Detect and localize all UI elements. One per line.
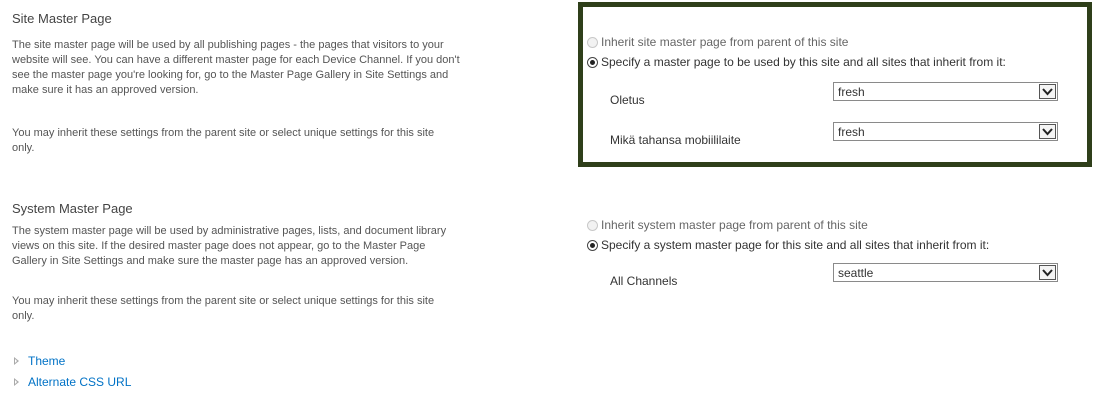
expand-triangle-icon: [14, 378, 19, 386]
desc-line: website will see. You can have a differe…: [12, 54, 460, 66]
mobile-master-select[interactable]: fresh: [833, 122, 1058, 141]
system-master-inherit-note: You may inherit these settings from the …: [12, 294, 542, 324]
site-inherit-option[interactable]: Inherit site master page from parent of …: [587, 35, 848, 49]
select-value: fresh: [838, 124, 865, 139]
select-value: seattle: [838, 265, 874, 280]
oletus-master-select[interactable]: fresh: [833, 82, 1058, 101]
desc-line: The system master page will be used by a…: [12, 225, 447, 237]
site-specify-option[interactable]: Specify a master page to be used by this…: [587, 55, 1006, 69]
site-inherit-radio[interactable]: [587, 36, 598, 48]
system-master-title: System Master Page: [12, 201, 133, 216]
theme-link-label: Theme: [28, 354, 66, 368]
site-inherit-label: Inherit site master page from parent of …: [601, 35, 849, 49]
theme-link[interactable]: Theme: [14, 354, 65, 368]
system-specify-label: Specify a system master page for this si…: [601, 238, 990, 252]
desc-line: The site master page will be used by all…: [12, 39, 444, 51]
desc-line: only.: [12, 142, 35, 154]
desc-line: Gallery in Site Settings and make sure t…: [12, 255, 409, 267]
site-specify-radio[interactable]: [587, 56, 598, 68]
site-master-description: The site master page will be used by all…: [12, 38, 542, 98]
channel-label-oletus: Oletus: [610, 93, 645, 107]
system-master-description: The system master page will be used by a…: [12, 224, 542, 269]
channel-label-all: All Channels: [610, 274, 678, 288]
desc-line: You may inherit these settings from the …: [12, 295, 435, 307]
desc-line: views on this site. If the desired maste…: [12, 240, 426, 252]
channel-label-mobile: Mikä tahansa mobiililaite: [610, 133, 741, 147]
system-inherit-option[interactable]: Inherit system master page from parent o…: [587, 218, 868, 232]
chevron-down-icon[interactable]: [1039, 124, 1056, 139]
chevron-down-icon[interactable]: [1039, 84, 1056, 99]
desc-line: make sure it has an approved version.: [12, 84, 199, 96]
expand-triangle-icon: [14, 357, 19, 365]
site-master-inherit-note: You may inherit these settings from the …: [12, 126, 542, 156]
desc-line: see the master page you're looking for, …: [12, 69, 449, 81]
system-inherit-radio[interactable]: [587, 219, 598, 231]
alternate-css-link[interactable]: Alternate CSS URL: [14, 375, 131, 389]
chevron-down-icon[interactable]: [1039, 265, 1056, 280]
system-specify-option[interactable]: Specify a system master page for this si…: [587, 238, 989, 252]
alternate-css-link-label: Alternate CSS URL: [28, 375, 132, 389]
desc-line: You may inherit these settings from the …: [12, 127, 435, 139]
system-inherit-label: Inherit system master page from parent o…: [601, 218, 868, 232]
system-specify-radio[interactable]: [587, 239, 598, 251]
desc-line: only.: [12, 310, 35, 322]
select-value: fresh: [838, 84, 865, 99]
site-specify-label: Specify a master page to be used by this…: [601, 55, 1006, 69]
system-master-select[interactable]: seattle: [833, 263, 1058, 282]
site-master-title: Site Master Page: [12, 11, 112, 26]
